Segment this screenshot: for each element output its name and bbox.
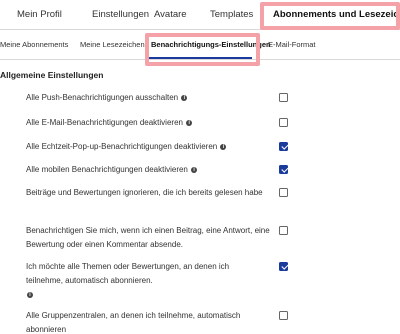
checkbox-auto-subscribe-groups[interactable] xyxy=(279,311,288,320)
setting-push-off-label: Alle Push-Benachrichtigungen ausschalten… xyxy=(26,91,296,105)
setting-label: Alle Push-Benachrichtigungen ausschalten xyxy=(26,93,179,102)
tab-avatare[interactable]: Avatare xyxy=(154,0,187,30)
setting-email-off-label: Alle E-Mail-Benachrichtigungen deaktivie… xyxy=(26,116,296,130)
tab-benachrichtigungs-einstellungen[interactable]: Benachrichtigungs-Einstellungen xyxy=(151,30,271,60)
setting-auto-subscribe-groups-label: Alle Gruppenzentralen, an denen ich teil… xyxy=(26,309,276,334)
checkbox-ignore-read[interactable] xyxy=(279,188,288,197)
tab-meine-lesezeichen[interactable]: Meine Lesezeichen xyxy=(80,30,145,60)
tab-einstellungen[interactable]: Einstellungen xyxy=(92,0,149,30)
setting-label: Alle E-Mail-Benachrichtigungen deaktivie… xyxy=(26,118,183,127)
setting-popup-off-label: Alle Echtzeit-Pop-up-Benachrichtigungen … xyxy=(26,140,296,154)
tab-meine-abonnements[interactable]: Meine Abonnements xyxy=(0,30,68,60)
setting-mobile-off-label: Alle mobilen Benachrichtigungen deaktivi… xyxy=(26,163,296,177)
setting-label: Alle mobilen Benachrichtigungen deaktivi… xyxy=(26,165,188,174)
checkbox-auto-subscribe-topics[interactable] xyxy=(279,262,288,271)
checkbox-mobile-off[interactable] xyxy=(279,165,288,174)
setting-label: Alle Echtzeit-Pop-up-Benachrichtigungen … xyxy=(26,142,218,151)
info-icon[interactable]: i xyxy=(186,120,193,126)
setting-label: Benachrichtigen Sie mich, wenn ich einen… xyxy=(26,226,270,249)
subscription-subtabs: Meine Abonnements Meine Lesezeichen Bena… xyxy=(0,30,400,60)
info-icon[interactable]: i xyxy=(220,144,227,150)
section-title: Allgemeine Einstellungen xyxy=(0,70,104,80)
tab-mein-profil[interactable]: Mein Profil xyxy=(17,0,62,30)
checkbox-push-off[interactable] xyxy=(279,93,288,102)
setting-ignore-read-label: Beiträge und Bewertungen ignorieren, die… xyxy=(26,186,276,200)
checkbox-email-off[interactable] xyxy=(279,118,288,127)
info-icon[interactable]: i xyxy=(27,292,33,298)
setting-label: Ich möchte alle Themen oder Bewertungen,… xyxy=(26,262,230,285)
checkbox-popup-off[interactable] xyxy=(279,142,288,151)
active-subtab-underline xyxy=(148,57,252,59)
tab-email-format[interactable]: E-Mail-Format xyxy=(268,30,316,60)
setting-auto-subscribe-topics-label: Ich möchte alle Themen oder Bewertungen,… xyxy=(26,260,256,302)
setting-label: Alle Gruppenzentralen, an denen ich teil… xyxy=(26,311,241,334)
tab-templates[interactable]: Templates xyxy=(210,0,253,30)
setting-label: Beiträge und Bewertungen ignorieren, die… xyxy=(26,188,263,197)
setting-notify-on-post-label: Benachrichtigen Sie mich, wenn ich einen… xyxy=(26,224,276,252)
tab-abonnements-und-lesezeichen[interactable]: Abonnements und Lesezeichen xyxy=(273,0,400,30)
info-icon[interactable]: i xyxy=(191,167,198,173)
info-icon[interactable]: i xyxy=(181,95,188,101)
profile-tabs: Mein Profil Einstellungen Avatare Templa… xyxy=(0,0,400,30)
checkbox-notify-on-post[interactable] xyxy=(279,226,288,235)
